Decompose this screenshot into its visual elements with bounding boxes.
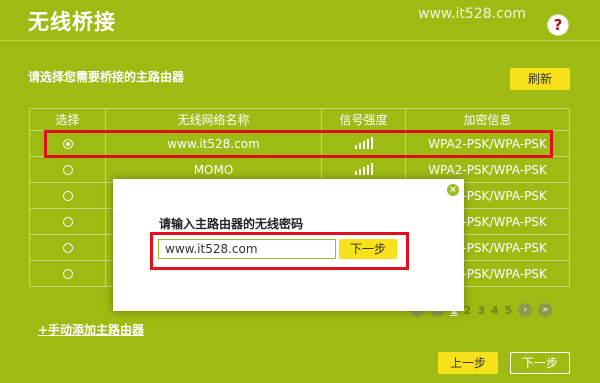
row-select-cell bbox=[29, 156, 106, 183]
next-page-icon[interactable]: › bbox=[518, 303, 533, 317]
header-divider bbox=[0, 40, 600, 41]
row-select-cell bbox=[29, 182, 106, 209]
manual-add-router-link[interactable]: +手动添加主路由器 bbox=[38, 321, 144, 338]
row-select-cell bbox=[29, 208, 106, 235]
last-page-icon[interactable]: » bbox=[538, 303, 553, 317]
row-select-cell bbox=[29, 260, 106, 287]
select-radio[interactable] bbox=[62, 269, 73, 279]
table-header-row: 选择 无线网络名称 信号强度 加密信息 bbox=[29, 108, 570, 131]
select-radio[interactable] bbox=[62, 243, 73, 253]
close-icon[interactable]: × bbox=[447, 184, 459, 196]
header-signal: 信号强度 bbox=[321, 108, 406, 131]
page-number[interactable]: 4 bbox=[491, 304, 499, 317]
row-select-cell bbox=[29, 234, 106, 261]
signal-bars-icon bbox=[354, 163, 373, 175]
password-prompt: 请输入主路由器的无线密码 bbox=[159, 217, 304, 231]
password-highlight bbox=[150, 232, 409, 270]
select-radio[interactable] bbox=[62, 217, 73, 227]
select-radio[interactable] bbox=[62, 165, 73, 175]
subtitle: 请选择您需要桥接的主路由器 bbox=[28, 70, 185, 84]
page-number[interactable]: 5 bbox=[505, 304, 513, 317]
page-number[interactable]: 2 bbox=[464, 304, 472, 317]
password-dialog: × 请输入主路由器的无线密码 下一步 bbox=[113, 179, 464, 311]
refresh-button[interactable]: 刷新 bbox=[510, 68, 570, 90]
watermark: www.it528.com bbox=[418, 6, 526, 22]
header-select: 选择 bbox=[29, 108, 106, 131]
select-radio[interactable] bbox=[62, 191, 73, 201]
prev-step-button[interactable]: 上一步 bbox=[438, 352, 498, 374]
next-step-button[interactable]: 下一步 bbox=[510, 352, 570, 374]
header-ssid: 无线网络名称 bbox=[105, 108, 322, 131]
page-title: 无线桥接 bbox=[28, 10, 116, 34]
selected-network-highlight bbox=[44, 130, 553, 158]
help-icon[interactable]: ? bbox=[548, 15, 568, 35]
page-number[interactable]: 3 bbox=[477, 304, 485, 317]
header-encryption: 加密信息 bbox=[405, 108, 570, 131]
